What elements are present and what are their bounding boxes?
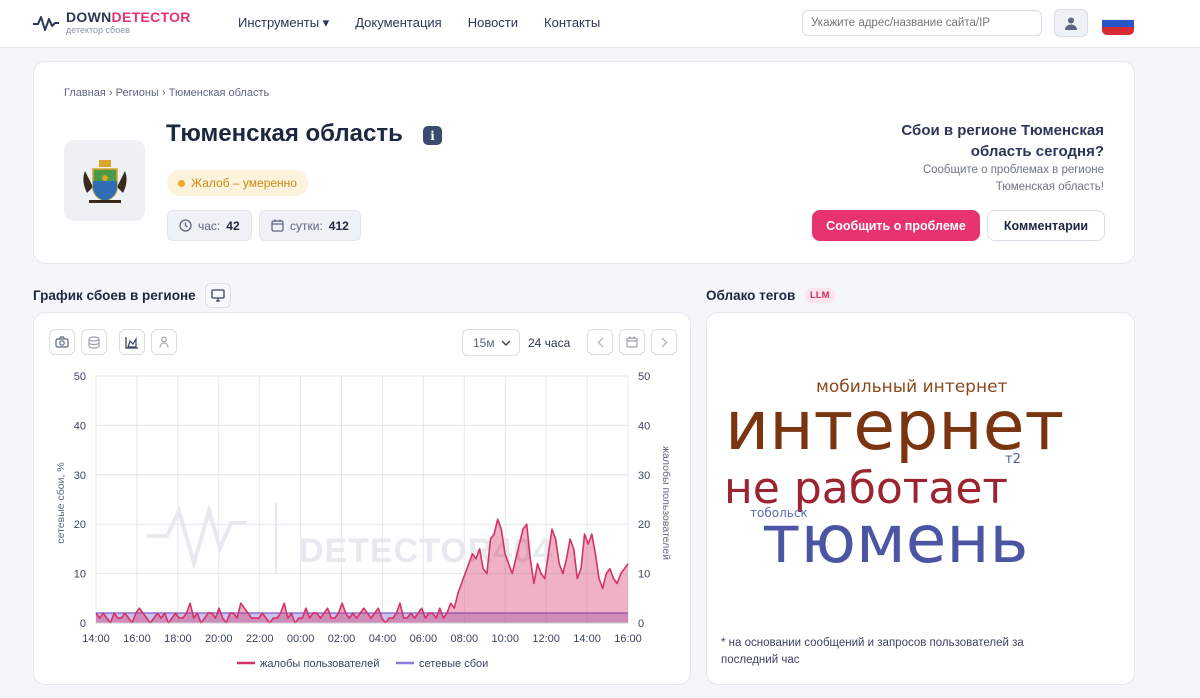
llm-badge: LLM	[805, 288, 835, 303]
tag-cloud-footnote: * на основании сообщений и запросов поль…	[721, 637, 1024, 666]
date-picker-button[interactable]	[619, 329, 645, 355]
pulse-logo-icon	[33, 15, 59, 31]
y2-tick-label: 50	[638, 371, 650, 383]
monitor-icon	[211, 289, 225, 302]
downdetector-logo[interactable]: DOWNDETECTOR детектор сбоев	[32, 10, 191, 35]
x-tick-label: 16:00	[123, 633, 151, 645]
monitor-view-button[interactable]	[205, 283, 231, 308]
x-tick-label: 16:00	[614, 633, 642, 645]
nav-documentation[interactable]: Документация	[355, 15, 442, 31]
y2-axis-label: жалобы пользователей	[660, 446, 672, 560]
y-tick-label: 50	[74, 371, 86, 383]
interval-select[interactable]: 15м	[462, 329, 520, 356]
y-tick-label: 40	[74, 420, 86, 432]
breadcrumb: Главная › Регионы › Тюменская область	[64, 87, 270, 99]
y2-tick-label: 40	[638, 420, 650, 432]
status-badge: Жалоб – умеренно	[167, 170, 308, 196]
outage-chart[interactable]: DETECTOR404 0 010 1020 2030 3040 4050 5014:00 1…	[34, 363, 690, 683]
data-button[interactable]	[81, 329, 107, 355]
prev-period-button[interactable]	[587, 329, 613, 355]
x-tick-label: 22:00	[246, 633, 274, 645]
tag-cloud-card: мобильный интернет интернет т2 не работа…	[706, 312, 1135, 685]
x-tick-label: 18:00	[164, 633, 192, 645]
person-icon	[159, 336, 169, 348]
chart-legend: жалобы пользователей сетевые сбои	[237, 658, 488, 670]
stat-day-value: 412	[328, 218, 349, 233]
stat-hour: час: 42	[167, 210, 252, 241]
camera-icon	[55, 336, 69, 348]
outage-chart-card: 15м 24 часа DETECTOR404 0 0 10 10 20 20 30 30 40…	[33, 312, 691, 685]
x-tick-label: 20:00	[205, 633, 233, 645]
y2-tick-label: 0	[638, 618, 644, 630]
y-tick-label: 10	[74, 569, 86, 581]
page-title: Тюменская область	[166, 120, 403, 147]
x-tick-label: 12:00	[532, 633, 560, 645]
x-tick-label: 04:00	[369, 633, 397, 645]
database-icon	[88, 335, 100, 349]
y-axis-label: сетевые сбои, %	[55, 462, 67, 543]
screenshot-button[interactable]	[49, 329, 75, 355]
info-icon[interactable]: i	[423, 126, 442, 145]
breadcrumb-home[interactable]: Главная	[64, 87, 106, 99]
y-tick-label: 0	[80, 618, 86, 630]
y2-tick-label: 30	[638, 470, 650, 482]
user-account-button[interactable]	[1054, 9, 1088, 37]
coat-of-arms-icon	[82, 159, 127, 203]
region-emblem	[64, 140, 145, 221]
stat-day: сутки: 412	[259, 210, 361, 241]
x-tick-label: 02:00	[328, 633, 356, 645]
chevron-right-icon	[661, 337, 667, 347]
comments-button[interactable]: Комментарии	[987, 210, 1105, 241]
main-nav: Инструменты ▾ Документация Новости Конта…	[238, 15, 600, 31]
y-tick-label: 20	[74, 519, 86, 531]
y-tick-label: 30	[74, 470, 86, 482]
nav-tools[interactable]: Инструменты ▾	[238, 15, 329, 31]
x-tick-label: 10:00	[491, 633, 519, 645]
next-period-button[interactable]	[651, 329, 677, 355]
region-info-card: Главная › Регионы › Тюменская область Тю…	[33, 61, 1135, 264]
report-prompt-title: Сбои в регионе Тюменская область сегодня…	[901, 122, 1104, 160]
x-tick-label: 14:00	[82, 633, 110, 645]
chart-section-title: График сбоев в регионе	[33, 288, 196, 303]
user-filter-button[interactable]	[151, 329, 177, 355]
area-chart-icon	[125, 336, 138, 349]
status-dot-icon	[178, 179, 185, 187]
watermark-pulse-icon	[147, 503, 247, 571]
clock-icon	[179, 219, 192, 232]
chevron-left-icon	[597, 337, 603, 347]
report-prompt-subtitle: Сообщите о проблемах в регионе Тюменская…	[922, 164, 1104, 193]
chart-type-button[interactable]	[119, 329, 145, 355]
x-tick-label: 00:00	[287, 633, 315, 645]
tag-word[interactable]: тюмень	[762, 507, 1028, 573]
breadcrumb-regions[interactable]: Регионы	[116, 87, 159, 99]
stat-hour-value: 42	[226, 218, 240, 233]
x-tick-label: 06:00	[410, 633, 438, 645]
legend-label: сетевые сбои	[419, 658, 488, 670]
chevron-down-icon	[501, 340, 511, 346]
nav-news[interactable]: Новости	[468, 15, 518, 31]
report-problem-button[interactable]: Сообщить о проблеме	[812, 210, 980, 241]
y2-tick-label: 10	[638, 569, 650, 581]
logo-subtitle: детектор сбоев	[66, 25, 131, 35]
calendar-icon	[271, 219, 284, 232]
time-range-label[interactable]: 24 часа	[528, 329, 570, 356]
nav-contacts[interactable]: Контакты	[544, 15, 600, 31]
y2-tick-label: 20	[638, 519, 650, 531]
x-tick-label: 14:00	[573, 633, 601, 645]
top-navigation-bar: DOWNDETECTOR детектор сбоев Инструменты …	[0, 0, 1200, 48]
x-tick-label: 08:00	[451, 633, 479, 645]
tag-cloud-title: Облако тегов	[706, 288, 796, 303]
calendar-icon	[626, 336, 638, 348]
search-input[interactable]	[802, 10, 1042, 36]
legend-label: жалобы пользователей	[260, 658, 379, 670]
status-text: Жалоб – умеренно	[191, 176, 297, 190]
breadcrumb-current: Тюменская область	[168, 87, 270, 99]
logo-title: DOWNDETECTOR	[66, 9, 191, 25]
russian-flag-icon[interactable]	[1102, 11, 1134, 35]
user-icon	[1065, 17, 1077, 30]
tag-word[interactable]: интернет	[725, 393, 1064, 461]
